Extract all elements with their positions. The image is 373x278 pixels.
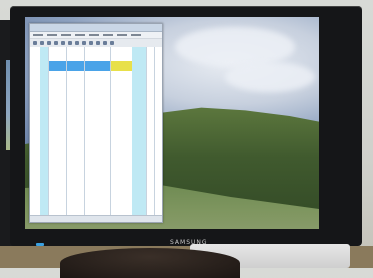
spreadsheet-grid[interactable] (30, 47, 162, 215)
wallpaper-cloud (175, 27, 295, 67)
spreadsheet-column[interactable] (48, 47, 67, 215)
window-status-bar (30, 215, 162, 222)
window-menu-bar[interactable] (30, 32, 162, 39)
spreadsheet-column[interactable] (84, 47, 111, 215)
spreadsheet-column[interactable] (66, 47, 85, 215)
wallpaper-cloud (225, 62, 315, 92)
spreadsheet-column[interactable] (146, 47, 155, 215)
spreadsheet-window[interactable] (29, 23, 163, 223)
spreadsheet-column[interactable] (132, 47, 147, 215)
window-title-bar[interactable] (30, 24, 162, 32)
spreadsheet-column[interactable] (110, 47, 133, 215)
person-head (60, 248, 240, 278)
monitor-screen (25, 17, 319, 229)
